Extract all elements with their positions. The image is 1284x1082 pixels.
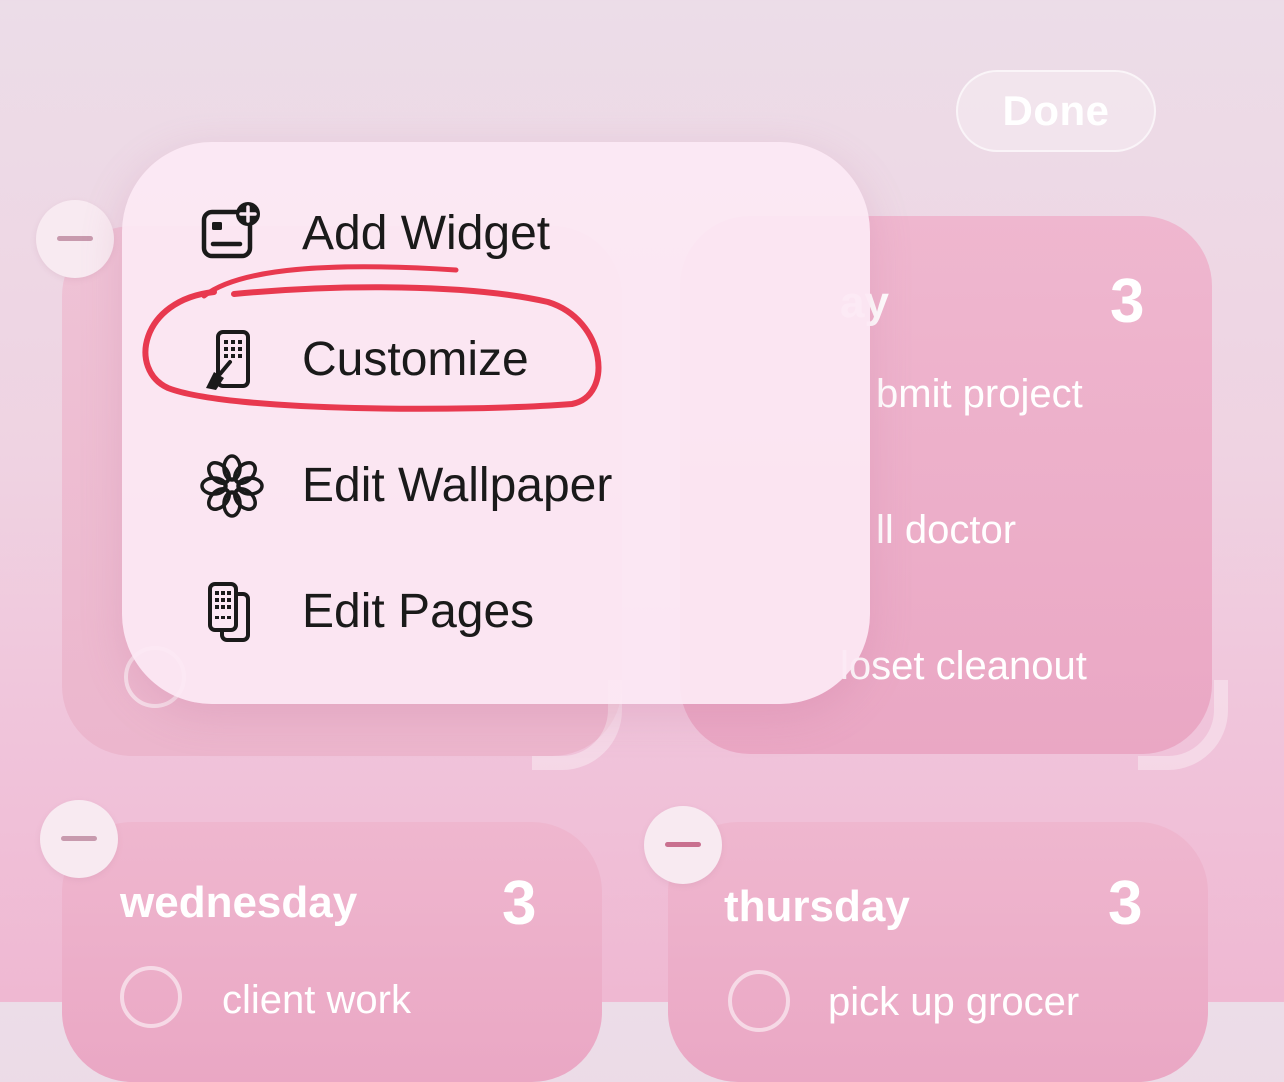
widget-count: 3 [1108, 869, 1143, 938]
add-widget-icon [201, 202, 260, 259]
remove-widget-button[interactable] [644, 806, 722, 884]
pages-icon [208, 582, 250, 642]
menu-item-add-widget[interactable]: Add Widget [122, 184, 870, 284]
remove-widget-button[interactable] [36, 200, 114, 278]
context-menu: Add Widget Customize Edit Wallpaper Edit… [122, 142, 870, 704]
task-item[interactable]: pick up grocer [828, 980, 1079, 1025]
menu-item-edit-pages[interactable]: Edit Pages [122, 562, 870, 662]
task-item[interactable]: bmit project [876, 372, 1083, 417]
minus-icon [665, 842, 701, 847]
minus-icon [61, 836, 97, 841]
minus-icon [57, 236, 93, 241]
menu-item-customize[interactable]: Customize [122, 310, 870, 410]
resize-handle[interactable] [1138, 680, 1228, 770]
menu-item-edit-wallpaper[interactable]: Edit Wallpaper [122, 436, 870, 536]
widget-title: thursday [724, 882, 910, 931]
widget-count: 3 [1110, 267, 1145, 336]
widget-wednesday[interactable]: wednesday 3 client work [62, 822, 602, 1082]
task-checkbox[interactable] [728, 970, 790, 1032]
customize-icon [206, 330, 250, 390]
done-button[interactable]: Done [956, 70, 1156, 152]
widget-count: 3 [502, 869, 537, 938]
remove-widget-button[interactable] [40, 800, 118, 878]
task-item[interactable]: client work [222, 978, 411, 1023]
flower-icon [200, 454, 264, 518]
widget-title: wednesday [120, 878, 358, 927]
task-item[interactable]: loset cleanout [840, 644, 1087, 689]
widget-thursday[interactable]: thursday 3 pick up grocer [668, 822, 1208, 1082]
task-item[interactable]: ll doctor [876, 508, 1016, 553]
menu-item-label: Customize [302, 333, 529, 386]
menu-item-label: Edit Pages [302, 585, 535, 638]
task-checkbox[interactable] [120, 966, 182, 1028]
menu-item-label: Add Widget [302, 207, 551, 260]
menu-item-label: Edit Wallpaper [302, 459, 613, 512]
